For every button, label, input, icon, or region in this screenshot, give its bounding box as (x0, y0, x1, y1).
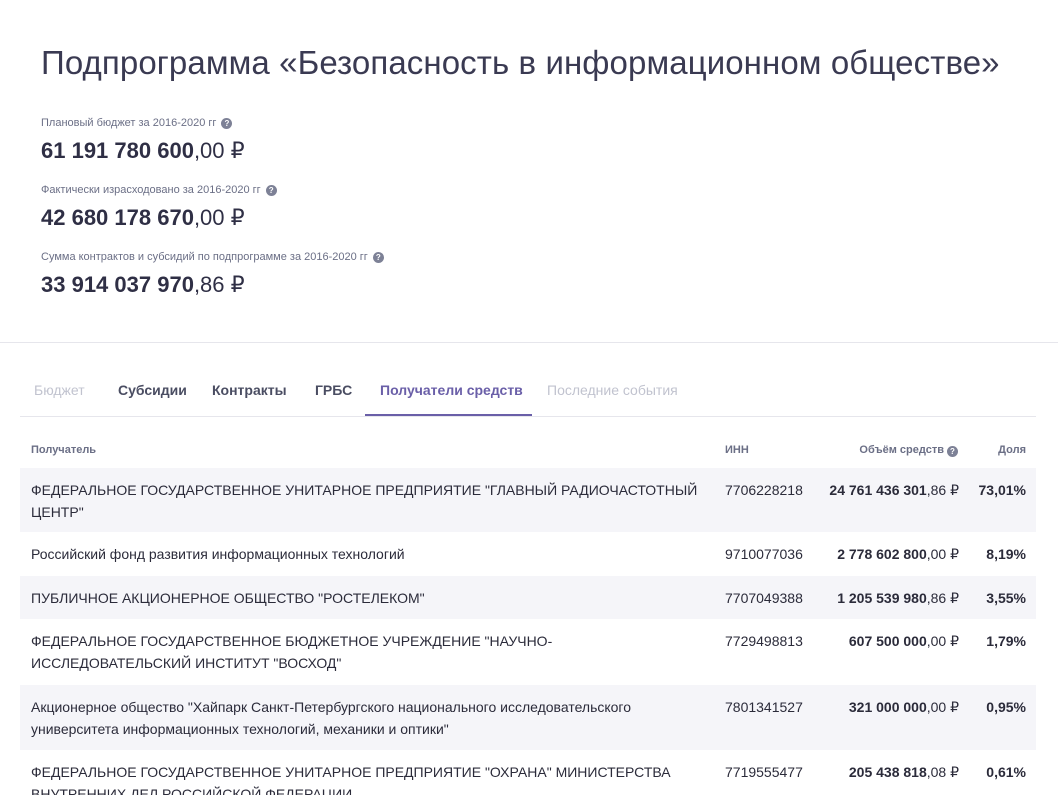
help-icon[interactable]: ? (372, 251, 384, 263)
planned-budget-stat: Плановый бюджет за 2016-2020 гг ? 61 191… (41, 117, 245, 164)
tab-grbs[interactable]: ГРБС (315, 382, 352, 398)
recipient-inn: 9710077036 (725, 546, 803, 562)
tab-bar: Бюджет Субсидии Контракты ГРБС Получател… (20, 364, 1036, 417)
table-row[interactable]: ФЕДЕРАЛЬНОЕ ГОСУДАРСТВЕННОЕ БЮДЖЕТНОЕ УЧ… (20, 619, 1036, 685)
recipient-share: 8,19% (986, 546, 1026, 562)
recipient-share: 3,55% (986, 590, 1026, 606)
recipient-amount: 321 000 000,00 ₽ (848, 699, 959, 715)
recipient-amount: 24 761 436 301,86 ₽ (829, 482, 959, 498)
table-header: Получатель ИНН Объём средств? Доля (20, 438, 1036, 468)
recipient-name[interactable]: ФЕДЕРАЛЬНОЕ ГОСУДАРСТВЕННОЕ УНИТАРНОЕ ПР… (31, 479, 711, 523)
recipient-inn: 7719555477 (725, 764, 803, 780)
recipient-amount: 2 778 602 800,00 ₽ (837, 546, 959, 562)
table-row[interactable]: ПУБЛИЧНОЕ АКЦИОНЕРНОЕ ОБЩЕСТВО "РОСТЕЛЕК… (20, 576, 1036, 619)
tab-budget[interactable]: Бюджет (34, 382, 85, 398)
contracts-sum-stat: Сумма контрактов и субсидий по подпрогра… (41, 251, 384, 298)
tab-subsidies[interactable]: Субсидии (118, 382, 187, 398)
recipient-name[interactable]: ПУБЛИЧНОЕ АКЦИОНЕРНОЕ ОБЩЕСТВО "РОСТЕЛЕК… (31, 587, 711, 609)
tab-recent-events[interactable]: Последние события (547, 382, 678, 398)
recipient-inn: 7706228218 (725, 482, 803, 498)
actual-spent-stat: Фактически израсходовано за 2016-2020 гг… (41, 184, 277, 231)
help-icon[interactable]: ? (265, 184, 277, 196)
page-title: Подпрограмма «Безопасность в информацион… (41, 44, 1000, 81)
recipients-table: Получатель ИНН Объём средств? Доля ФЕДЕР… (20, 438, 1036, 795)
contracts-sum-label: Сумма контрактов и субсидий по подпрогра… (41, 251, 368, 263)
recipient-share: 73,01% (978, 482, 1026, 498)
planned-budget-label: Плановый бюджет за 2016-2020 гг (41, 117, 217, 129)
tab-recipients[interactable]: Получатели средств (380, 382, 523, 398)
recipient-amount: 205 438 818,08 ₽ (848, 764, 959, 780)
planned-budget-value: 61 191 780 600,00 ₽ (41, 138, 245, 163)
recipient-amount: 1 205 539 980,86 ₽ (837, 590, 959, 606)
table-row[interactable]: ФЕДЕРАЛЬНОЕ ГОСУДАРСТВЕННОЕ УНИТАРНОЕ ПР… (20, 750, 1036, 795)
recipient-name[interactable]: ФЕДЕРАЛЬНОЕ ГОСУДАРСТВЕННОЕ БЮДЖЕТНОЕ УЧ… (31, 630, 711, 674)
contracts-sum-value: 33 914 037 970,86 ₽ (41, 272, 245, 297)
recipient-share: 0,61% (986, 764, 1026, 780)
recipient-name[interactable]: Акционерное общество "Хайпарк Санкт-Пете… (31, 696, 711, 740)
column-header-inn[interactable]: ИНН (725, 444, 749, 456)
recipient-share: 0,95% (986, 699, 1026, 715)
active-tab-indicator (365, 414, 532, 416)
help-icon[interactable]: ? (947, 446, 958, 457)
recipient-inn: 7707049388 (725, 590, 803, 606)
recipient-inn: 7801341527 (725, 699, 803, 715)
column-header-recipient[interactable]: Получатель (31, 444, 96, 456)
subprogram-header: Подпрограмма «Безопасность в информацион… (0, 0, 1058, 343)
recipient-amount: 607 500 000,00 ₽ (848, 633, 959, 649)
recipient-name[interactable]: ФЕДЕРАЛЬНОЕ ГОСУДАРСТВЕННОЕ УНИТАРНОЕ ПР… (31, 761, 711, 795)
recipient-name[interactable]: Российский фонд развития информационных … (31, 543, 711, 565)
recipient-share: 1,79% (986, 633, 1026, 649)
recipient-inn: 7729498813 (725, 633, 803, 649)
table-row[interactable]: Российский фонд развития информационных … (20, 532, 1036, 576)
help-icon[interactable]: ? (221, 117, 233, 129)
column-header-share[interactable]: Доля (998, 444, 1026, 456)
table-row[interactable]: ФЕДЕРАЛЬНОЕ ГОСУДАРСТВЕННОЕ УНИТАРНОЕ ПР… (20, 468, 1036, 532)
table-row[interactable]: Акционерное общество "Хайпарк Санкт-Пете… (20, 685, 1036, 750)
actual-spent-value: 42 680 178 670,00 ₽ (41, 205, 245, 230)
actual-spent-label: Фактически израсходовано за 2016-2020 гг (41, 184, 261, 196)
column-header-amount[interactable]: Объём средств? (859, 444, 958, 457)
tab-contracts[interactable]: Контракты (212, 382, 287, 398)
